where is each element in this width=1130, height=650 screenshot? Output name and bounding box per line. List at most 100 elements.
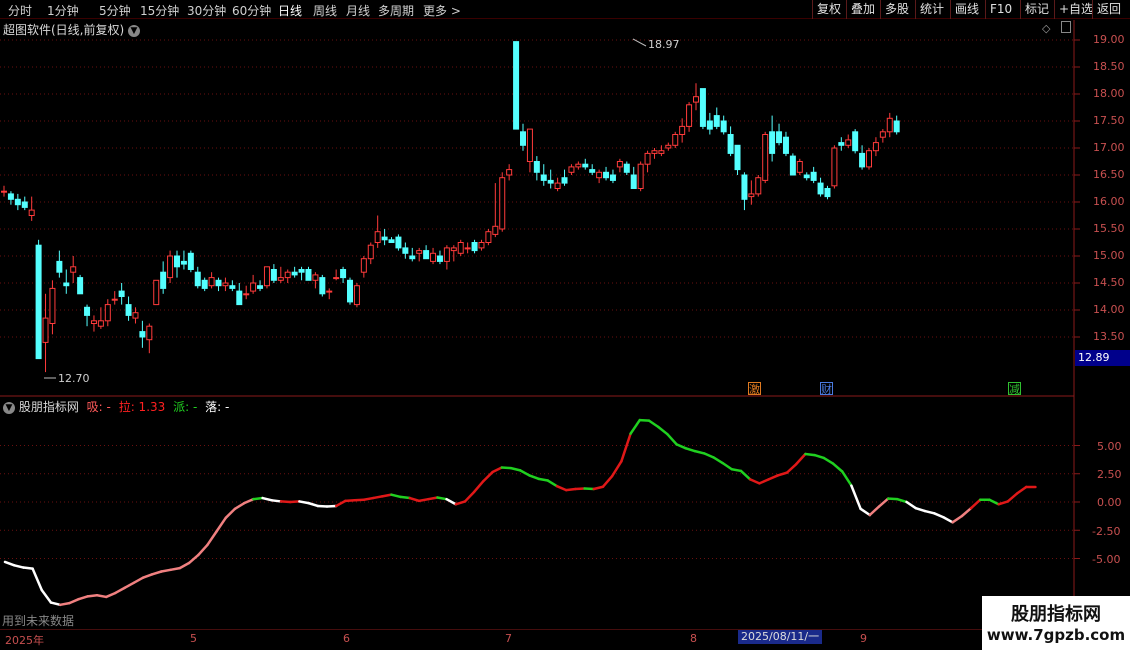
candle-body xyxy=(174,255,180,268)
candle-body xyxy=(243,293,250,296)
candle-body xyxy=(845,139,852,146)
price-tick: 17.50 xyxy=(1093,114,1125,127)
indicator-segment xyxy=(767,474,780,481)
candle-body xyxy=(312,274,319,281)
candle-body xyxy=(291,271,298,276)
indicator-segment xyxy=(868,505,881,517)
indicator-segment xyxy=(997,500,1010,506)
event-marker-incentive[interactable]: 激 xyxy=(748,382,761,396)
candle-body xyxy=(478,242,485,249)
indicator-segment xyxy=(1015,485,1028,495)
candle-body xyxy=(630,174,637,189)
candle-body xyxy=(596,171,603,179)
indicator-segment xyxy=(169,566,182,572)
candle-body xyxy=(575,163,582,168)
tab-1min[interactable]: 1分钟 xyxy=(47,2,79,19)
indicator-segment xyxy=(215,516,228,533)
candle-body xyxy=(381,236,388,241)
candle-body xyxy=(340,269,347,279)
candle-body xyxy=(277,277,284,281)
candle-body xyxy=(852,131,859,152)
date-label: 2025年 xyxy=(5,634,44,647)
indicator-segment xyxy=(463,490,476,503)
tab-daily[interactable]: 日线 xyxy=(278,2,302,19)
tab-multi-period[interactable]: 多周期 xyxy=(378,2,414,19)
candle-body xyxy=(603,171,610,179)
indicator-segment xyxy=(730,467,743,473)
candle-body xyxy=(132,312,139,319)
event-marker-reduction[interactable]: 减 xyxy=(1008,382,1021,396)
candle-body xyxy=(713,115,720,127)
multi-stock-button[interactable]: 多股 xyxy=(880,0,913,19)
restore-rights-button[interactable]: 复权 xyxy=(812,0,845,19)
indicator-segment xyxy=(270,499,283,503)
indicator-segment xyxy=(224,507,237,520)
candle-body xyxy=(706,120,713,130)
back-button[interactable]: 返回 xyxy=(1092,0,1125,19)
indicator-segment xyxy=(454,500,467,506)
tab-60min[interactable]: 60分钟 xyxy=(232,2,271,19)
tab-fenshi[interactable]: 分时 xyxy=(8,2,32,19)
candle-body xyxy=(180,260,187,265)
indicator-segment xyxy=(426,496,439,501)
tab-monthly[interactable]: 月线 xyxy=(346,2,370,19)
candle-body xyxy=(263,266,270,287)
overlay-button[interactable]: 叠加 xyxy=(846,0,879,19)
indicator-segment xyxy=(518,469,531,477)
tab-more[interactable]: 更多 > xyxy=(423,2,461,19)
price-tick: 19.00 xyxy=(1093,33,1125,46)
candle-body xyxy=(118,290,125,298)
mark-button[interactable]: 标记 xyxy=(1020,0,1053,19)
indicator-segment xyxy=(905,500,918,510)
indicator-segment xyxy=(822,456,835,465)
candle-body xyxy=(298,269,305,273)
low-price-label: 12.70 xyxy=(58,372,90,385)
indicator-segment xyxy=(150,570,163,576)
f10-button[interactable]: F10 xyxy=(985,0,1016,19)
event-marker-financial[interactable]: 财 xyxy=(820,382,833,396)
candle-body xyxy=(720,120,727,133)
candle-body xyxy=(270,269,277,281)
candle-body xyxy=(803,174,810,179)
candle-body xyxy=(153,279,160,306)
tab-weekly[interactable]: 周线 xyxy=(313,2,337,19)
candle-body xyxy=(561,177,568,184)
indicator-segment xyxy=(31,567,44,592)
candle-body xyxy=(395,236,402,249)
indicator-segment xyxy=(445,497,458,506)
indicator-segment xyxy=(960,506,973,518)
candle-body xyxy=(637,163,644,189)
indicator-segment xyxy=(555,484,568,492)
indicator-segment xyxy=(58,601,71,607)
add-watchlist-button[interactable]: +自选 xyxy=(1054,0,1097,19)
candle-body xyxy=(810,171,817,181)
indicator-segment xyxy=(261,496,274,502)
candle-body xyxy=(388,239,395,244)
candle-body xyxy=(755,177,762,195)
indicator-tick: 5.00 xyxy=(1097,440,1122,453)
indicator-segment xyxy=(353,498,366,502)
candle-body xyxy=(160,271,167,289)
indicator-segment xyxy=(77,595,90,601)
candle-body xyxy=(215,279,222,287)
statistics-button[interactable]: 统计 xyxy=(915,0,948,19)
candle-body xyxy=(319,277,326,295)
indicator-segment xyxy=(472,479,485,494)
candle-body xyxy=(492,225,499,235)
tab-15min[interactable]: 15分钟 xyxy=(140,2,179,19)
candle-body xyxy=(540,174,547,181)
tab-5min[interactable]: 5分钟 xyxy=(99,2,131,19)
candle-body xyxy=(457,242,464,254)
indicator-segment xyxy=(620,432,632,463)
indicator-segment xyxy=(316,504,329,508)
candle-body xyxy=(644,152,651,165)
indicator-segment xyxy=(601,474,614,488)
tab-30min[interactable]: 30分钟 xyxy=(187,2,226,19)
indicator-segment xyxy=(951,514,964,524)
indicator-segment xyxy=(702,452,715,459)
indicator-segment xyxy=(537,477,550,482)
indicator-segment xyxy=(417,497,430,503)
price-tick: 17.00 xyxy=(1093,141,1125,154)
draw-line-button[interactable]: 画线 xyxy=(950,0,983,19)
indicator-segment xyxy=(22,566,34,570)
